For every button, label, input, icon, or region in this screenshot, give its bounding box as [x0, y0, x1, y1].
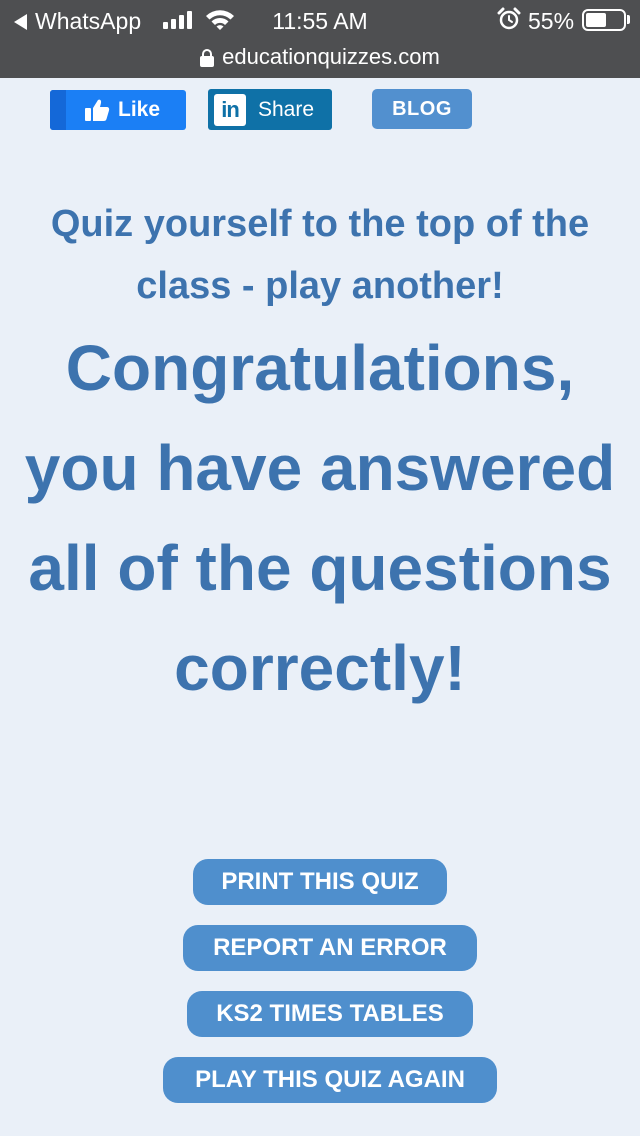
- ks2-times-tables-button[interactable]: KS2 TIMES TABLES: [187, 991, 473, 1037]
- alarm-clock-icon: [497, 7, 521, 30]
- thumbs-up-icon: [85, 99, 110, 121]
- congratulations-message: Congratulations, you have answered all o…: [24, 332, 616, 704]
- blog-button[interactable]: BLOG: [372, 89, 472, 129]
- battery-percent: 55%: [528, 8, 575, 34]
- tagline-heading: Quiz yourself to the top of the class - …: [50, 203, 590, 307]
- linkedin-icon: in: [214, 93, 246, 126]
- lock-icon: [200, 49, 215, 67]
- url-bar[interactable]: educationquizzes.com: [0, 40, 640, 74]
- play-quiz-again-button[interactable]: PLAY THIS QUIZ AGAIN: [163, 1057, 497, 1103]
- browser-top-bar: WhatsApp 11:55 AM 55% educationquizzes.c…: [0, 0, 640, 78]
- report-error-button[interactable]: REPORT AN ERROR: [183, 925, 477, 971]
- battery-fill: [586, 13, 606, 27]
- share-label: Share: [258, 97, 315, 121]
- print-quiz-button[interactable]: PRINT THIS QUIZ: [193, 859, 447, 905]
- url-domain: educationquizzes.com: [222, 44, 440, 69]
- battery-icon: [582, 9, 626, 31]
- linkedin-share-button[interactable]: in Share: [208, 89, 332, 130]
- like-label: Like: [118, 98, 161, 121]
- status-bar: WhatsApp 11:55 AM 55%: [0, 0, 640, 40]
- facebook-like-button[interactable]: Like: [50, 90, 186, 130]
- battery-cap: [627, 15, 630, 24]
- facebook-icon: [50, 90, 66, 130]
